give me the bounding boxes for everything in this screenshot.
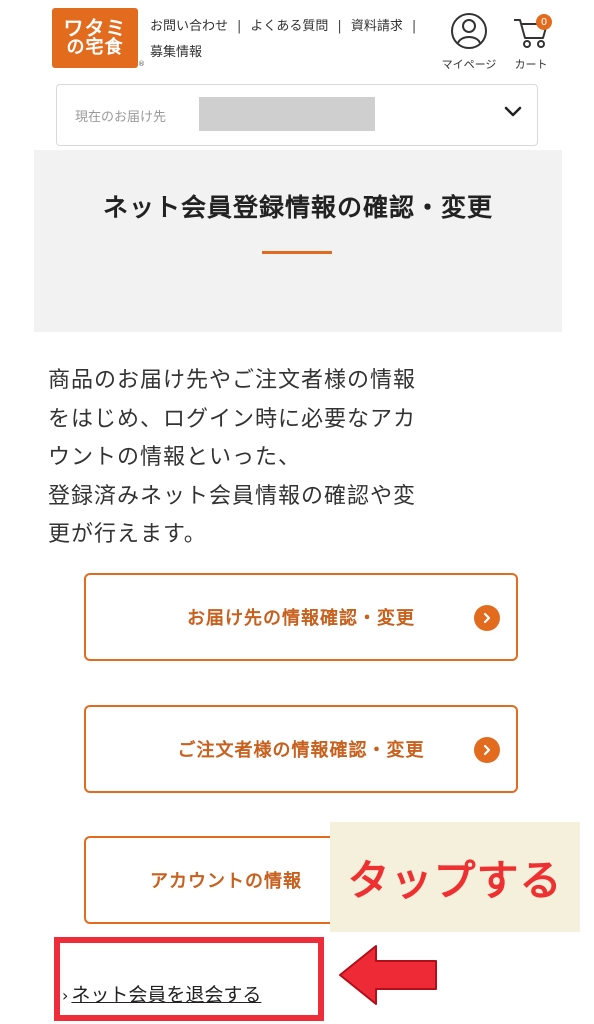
page-title: ネット会員登録情報の確認・変更 (102, 193, 493, 222)
chevron-right-icon (474, 605, 500, 631)
nav-link-faq[interactable]: よくある質問 (250, 19, 328, 34)
watami-logo[interactable]: ワタミ の宅食 (52, 8, 138, 68)
nav-link-brochure[interactable]: 資料請求 (351, 19, 403, 34)
logo-text-line2: の宅食 (66, 37, 124, 59)
tap-callout: タップする (330, 822, 580, 932)
intro-line: ウントの情報といった、 (48, 445, 302, 470)
header-nav-links: お問い合わせ | よくある質問 | 資料請求 | 募集情報 (150, 14, 440, 66)
left-arrow-icon (339, 945, 437, 1005)
delivery-label: 現在のお届け先 (75, 110, 167, 125)
delivery-address-select[interactable]: 現在のお届け先 (56, 84, 538, 146)
mypage-label: マイページ (441, 58, 497, 71)
title-banner: ネット会員登録情報の確認・変更 (34, 150, 562, 332)
button-label: ご注文者様の情報確認・変更 (177, 740, 425, 761)
chevron-right-icon (474, 737, 500, 763)
chevron-down-icon (504, 106, 522, 117)
intro-line: をはじめ、ログイン時に必要なアカ (48, 406, 417, 432)
orderer-info-button[interactable]: ご注文者様の情報確認・変更 (84, 705, 518, 793)
nav-separator: | (337, 19, 342, 34)
user-circle-icon (451, 13, 487, 49)
button-label: アカウントの情報 (150, 871, 302, 892)
caret-right-icon: › (62, 986, 69, 1005)
intro-line: 更が行えます。 (48, 522, 207, 547)
cart-label: カート (514, 58, 548, 71)
intro-text: 商品のお届け先やご注文者様の情報 をはじめ、ログイン時に必要なアカ ウントの情報… (48, 362, 548, 555)
mypage-button[interactable]: マイページ (434, 12, 504, 72)
masked-address (199, 97, 375, 131)
leave-link-label: ネット会員を退会する (71, 984, 262, 1006)
intro-line: 登録済みネット会員情報の確認や変 (48, 483, 417, 509)
highlight-box (54, 937, 324, 1021)
nav-link-contact[interactable]: お問い合わせ (150, 19, 228, 34)
nav-separator: | (237, 19, 242, 34)
nav-separator: | (411, 19, 417, 34)
delivery-info-button[interactable]: お届け先の情報確認・変更 (84, 573, 518, 661)
leave-membership-link[interactable]: › ネット会員を退会する (62, 980, 261, 1007)
nav-link-recruit[interactable]: 募集情報 (150, 45, 202, 60)
cart-button[interactable]: 0 カート (506, 12, 556, 72)
callout-text: タップする (347, 855, 563, 905)
title-underline (262, 251, 332, 254)
button-label: お届け先の情報確認・変更 (187, 608, 415, 629)
logo-text-line1: ワタミ (63, 16, 127, 41)
registered-mark: ® (138, 60, 145, 68)
intro-line: 商品のお届け先やご注文者様の情報 (48, 368, 417, 393)
cart-count-badge: 0 (536, 14, 552, 30)
